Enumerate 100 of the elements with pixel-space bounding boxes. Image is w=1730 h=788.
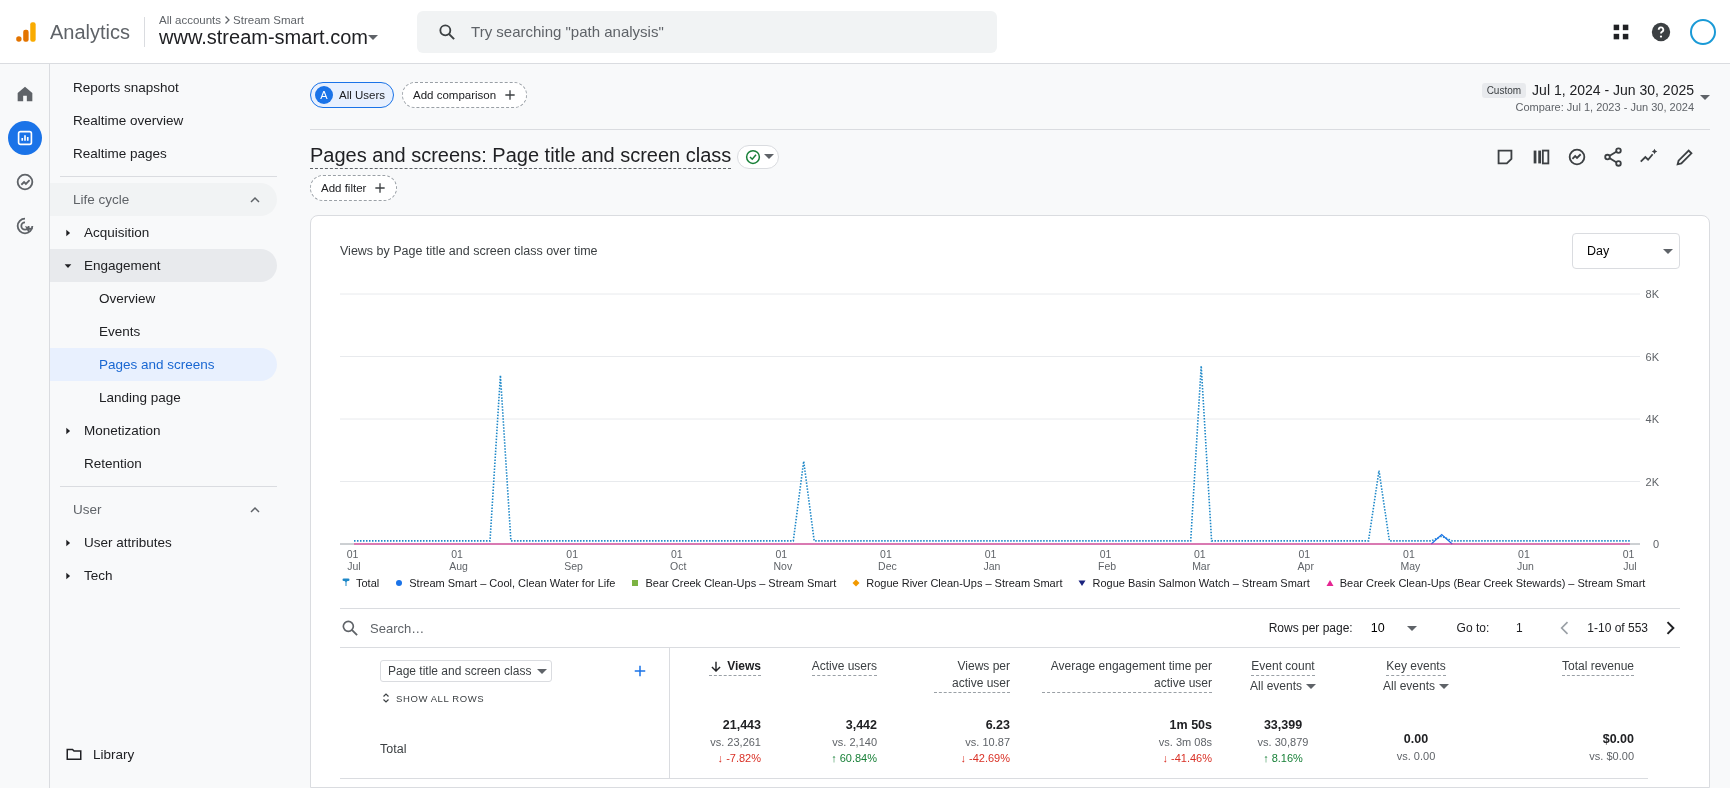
- breadcrumb-link[interactable]: Stream Smart: [233, 14, 304, 26]
- metric-filter-dropdown[interactable]: All events: [1250, 679, 1316, 693]
- nav-link[interactable]: Realtime overview: [50, 104, 277, 137]
- nav-item[interactable]: Engagement: [50, 249, 277, 282]
- nav-item[interactable]: Retention: [50, 447, 277, 480]
- caret-down-icon: [1663, 248, 1673, 254]
- account-avatar[interactable]: [1690, 18, 1716, 45]
- legend-label: Rogue River Clean-Ups – Stream Smart: [866, 577, 1063, 589]
- caret-down-icon: [1406, 625, 1417, 631]
- date-range-picker[interactable]: Custom Jul 1, 2024 - Jun 30, 2025 Compare: Jul 1, 2023 - Jun 30, 2024: [1481, 82, 1710, 113]
- caret-right-icon: [63, 227, 73, 238]
- total-value: $0.00: [1602, 732, 1634, 746]
- axis-tick-label: 01 May: [1400, 548, 1421, 572]
- total-value: 1m 50s: [1169, 718, 1212, 732]
- expand-icon: [380, 692, 392, 704]
- comparison-value: vs. 10.87: [965, 736, 1010, 748]
- nav-item[interactable]: Monetization: [50, 414, 277, 447]
- column-header[interactable]: Total revenue: [1561, 658, 1634, 676]
- axis-tick-label: 01 Jun: [1516, 548, 1534, 572]
- column-header[interactable]: Active users: [811, 658, 877, 676]
- page-range: 1-10 of 553: [1587, 621, 1648, 635]
- comparison-value: vs. 3m 08s: [1158, 736, 1212, 748]
- search-icon: [340, 618, 360, 638]
- share-icon[interactable]: [1602, 145, 1624, 168]
- legend-label: Stream Smart – Cool, Clean Water for Life: [409, 577, 616, 589]
- chart-title: Views by Page title and screen class over time: [340, 244, 598, 258]
- nav-item[interactable]: Overview: [50, 282, 277, 315]
- change-percentage: ↓ -7.82%: [717, 752, 761, 764]
- nav-link[interactable]: Reports snapshot: [50, 71, 277, 104]
- nav-item[interactable]: Tech: [50, 559, 277, 592]
- rows-per-page-dropdown[interactable]: 10: [1364, 621, 1423, 635]
- caret-right-icon: [63, 570, 73, 581]
- nav-rail-button[interactable]: [7, 121, 42, 155]
- column-header[interactable]: Average engagement time per active user: [1042, 658, 1212, 693]
- total-value: 33,399: [1263, 718, 1303, 732]
- nav-item[interactable]: Acquisition: [50, 216, 277, 249]
- segment-chip[interactable]: A All Users: [310, 82, 394, 108]
- total-value: 0.00: [1403, 732, 1429, 746]
- breadcrumb-link[interactable]: All accounts: [159, 14, 222, 26]
- caret-down-icon: [537, 668, 548, 674]
- axis-tick-label: 01 Dec: [878, 548, 897, 572]
- data-quality-button[interactable]: [737, 144, 780, 169]
- column-header[interactable]: Views per active user: [934, 658, 1010, 693]
- column-header[interactable]: Key events: [1386, 658, 1446, 676]
- axis-tick-label: 01 Feb: [1098, 548, 1117, 572]
- axis-tick-label: 2K: [1645, 475, 1659, 488]
- nav-item[interactable]: Events: [50, 315, 277, 348]
- nav-section-header[interactable]: User: [50, 493, 277, 526]
- interval-dropdown[interactable]: Day: [1572, 233, 1680, 269]
- change-percentage: ↑ 60.84%: [831, 752, 877, 764]
- nav-item[interactable]: Landing page: [50, 381, 277, 414]
- nav-link[interactable]: Realtime pages: [50, 137, 277, 170]
- rows-per-page-label: Rows per page:: [1268, 621, 1353, 635]
- help-icon[interactable]: [1650, 20, 1672, 43]
- caret-down-icon: [1700, 95, 1710, 100]
- total-row-label: Total: [380, 742, 407, 756]
- change-percentage: ↑ 8.16%: [1263, 752, 1303, 764]
- go-to-page-field[interactable]: 1: [1501, 621, 1538, 635]
- axis-tick-label: 01 Nov: [773, 548, 793, 572]
- nav-item[interactable]: User attributes: [50, 526, 277, 559]
- show-all-rows-button[interactable]: SHOW ALL ROWS: [380, 692, 649, 704]
- change-percentage: ↓ -42.69%: [960, 752, 1010, 764]
- caret-down-icon: [367, 35, 378, 40]
- legend-label: Bear Creek Clean-Ups (Bear Creek Stewards) – Stream Smart: [1339, 577, 1646, 589]
- go-to-label: Go to:: [1456, 621, 1490, 635]
- axis-tick-label: 01 Aug: [449, 548, 468, 572]
- caret-right-icon: [63, 537, 73, 548]
- column-header[interactable]: Views: [709, 658, 761, 676]
- axis-tick-label: 4K: [1645, 413, 1659, 425]
- comparison-value: vs. $0.00: [1589, 750, 1634, 762]
- total-value: 21,443: [722, 718, 761, 732]
- nav-item[interactable]: Pages and screens: [50, 348, 277, 381]
- report-title: Pages and screens: Page title and screen class: [310, 144, 732, 169]
- legend-label: Rogue Basin Salmon Watch – Stream Smart: [1092, 577, 1310, 589]
- axis-tick-label: 8K: [1645, 288, 1659, 300]
- axis-tick-label: 01 Jul: [346, 548, 361, 572]
- caret-down-icon: [764, 154, 775, 159]
- metric-filter-dropdown[interactable]: All events: [1383, 679, 1449, 693]
- dimension-dropdown[interactable]: Page title and screen class: [380, 660, 553, 682]
- comparison-value: vs. 23,261: [710, 736, 761, 748]
- axis-tick-label: 01 Oct: [670, 548, 687, 572]
- comparison-value: vs. 0.00: [1396, 750, 1436, 762]
- property-selector[interactable]: www.stream-smart.com: [159, 26, 418, 49]
- check-circle-icon: [744, 147, 763, 166]
- comparison-value: vs. 2,140: [832, 736, 877, 748]
- axis-tick-label: 01 Jan: [983, 548, 1001, 572]
- change-percentage: ↓ -41.46%: [1162, 752, 1212, 764]
- column-header[interactable]: Event count: [1251, 658, 1315, 676]
- caret-right-icon: [63, 425, 73, 436]
- axis-tick-label: 01 Mar: [1192, 548, 1211, 572]
- caret-down-icon: [1439, 683, 1449, 689]
- add-filter-button[interactable]: Add filter: [310, 175, 398, 201]
- add-comparison-button[interactable]: Add comparison: [402, 82, 528, 108]
- search-field[interactable]: Try searching "path analysis": [417, 10, 998, 53]
- total-value: 3,442: [845, 718, 877, 732]
- axis-tick-label: 01 Jul: [1622, 548, 1637, 572]
- axis-tick-label: 01 Apr: [1297, 548, 1314, 572]
- nav-section-header[interactable]: Life cycle: [50, 183, 277, 216]
- library-link[interactable]: Library: [50, 734, 287, 774]
- total-value: 6.23: [985, 718, 1010, 732]
